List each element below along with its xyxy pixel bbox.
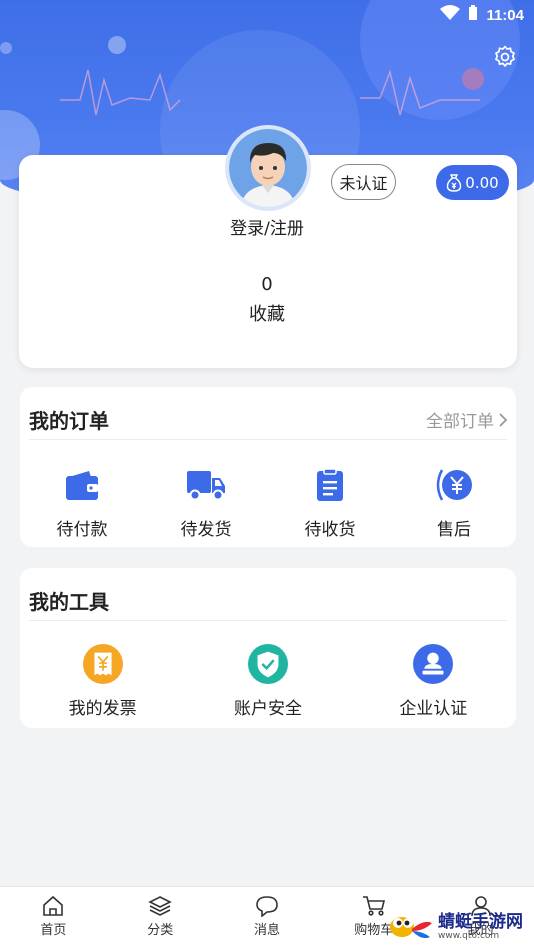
tab-category[interactable]: 分类 — [107, 887, 214, 949]
favorites-label[interactable]: 收藏 — [0, 300, 534, 326]
avatar[interactable] — [225, 125, 311, 211]
order-pending-payment[interactable]: 待付款 — [20, 465, 144, 540]
divider — [29, 620, 507, 621]
login-register-link[interactable]: 登录/注册 — [0, 214, 534, 239]
layers-icon — [148, 896, 172, 916]
wifi-icon — [440, 5, 461, 25]
all-orders-link[interactable]: 全部订单 — [426, 407, 508, 432]
tab-label: 分类 — [147, 923, 174, 938]
tab-label: 消息 — [253, 923, 280, 938]
money-bag-icon — [447, 173, 462, 192]
truck-icon — [186, 465, 226, 505]
certification-badge[interactable]: 未认证 — [331, 164, 396, 200]
clipboard-icon — [310, 465, 350, 505]
chat-icon — [256, 896, 278, 917]
status-bar: 11:04 — [0, 0, 534, 30]
cart-icon — [362, 896, 385, 916]
home-icon — [43, 895, 64, 916]
balance-value: 0.00 — [465, 173, 499, 192]
order-pending-receipt[interactable]: 待收货 — [268, 465, 392, 540]
settings-button[interactable] — [492, 44, 518, 70]
shield-icon — [247, 644, 288, 684]
orders-title: 我的订单 — [29, 409, 109, 433]
tool-account-security[interactable]: 账户安全 — [185, 644, 350, 719]
watermark-text: 蜻蜓手游网 — [438, 911, 523, 932]
order-label: 待发货 — [180, 520, 232, 540]
tool-label: 账户安全 — [233, 699, 302, 719]
divider — [29, 439, 507, 440]
tool-invoice[interactable]: 我的发票 — [20, 644, 185, 719]
order-label: 待付款 — [56, 520, 108, 540]
wallet-icon — [62, 465, 102, 505]
tab-home[interactable]: 首页 — [0, 887, 107, 949]
order-pending-shipment[interactable]: 待发货 — [144, 465, 268, 540]
balance-button[interactable]: 0.00 — [436, 165, 509, 200]
tools-title: 我的工具 — [29, 590, 109, 614]
tab-label: 首页 — [40, 923, 67, 938]
favorites-count[interactable]: 0 — [0, 274, 534, 295]
tool-label: 企业认证 — [399, 699, 468, 719]
gear-icon — [494, 45, 516, 68]
order-after-sales[interactable]: 售后 — [392, 465, 516, 540]
order-label: 待收货 — [304, 520, 356, 540]
chevron-right-icon — [499, 412, 508, 427]
watermark-url: www.qt6.com — [438, 930, 500, 941]
tool-enterprise-cert[interactable]: 企业认证 — [351, 644, 516, 719]
battery-icon — [468, 5, 478, 25]
tools-panel: 我的工具 我的发票 账户安全 企业认证 — [20, 568, 516, 728]
tool-label: 我的发票 — [68, 699, 137, 719]
status-time: 11:04 — [486, 6, 524, 24]
dragonfly-logo-icon — [390, 916, 432, 938]
watermark: 蜻蜓手游网 www.qt6.com — [388, 904, 534, 949]
certification-status: 未认证 — [339, 174, 388, 193]
yuan-refund-icon — [434, 465, 474, 505]
order-label: 售后 — [437, 520, 471, 540]
enterprise-cert-icon — [413, 644, 454, 684]
orders-panel: 我的订单 全部订单 待付款 待发货 待收货 售后 — [20, 387, 516, 547]
invoice-icon — [82, 644, 123, 684]
all-orders-label: 全部订单 — [426, 412, 494, 432]
tab-messages[interactable]: 消息 — [214, 887, 321, 949]
